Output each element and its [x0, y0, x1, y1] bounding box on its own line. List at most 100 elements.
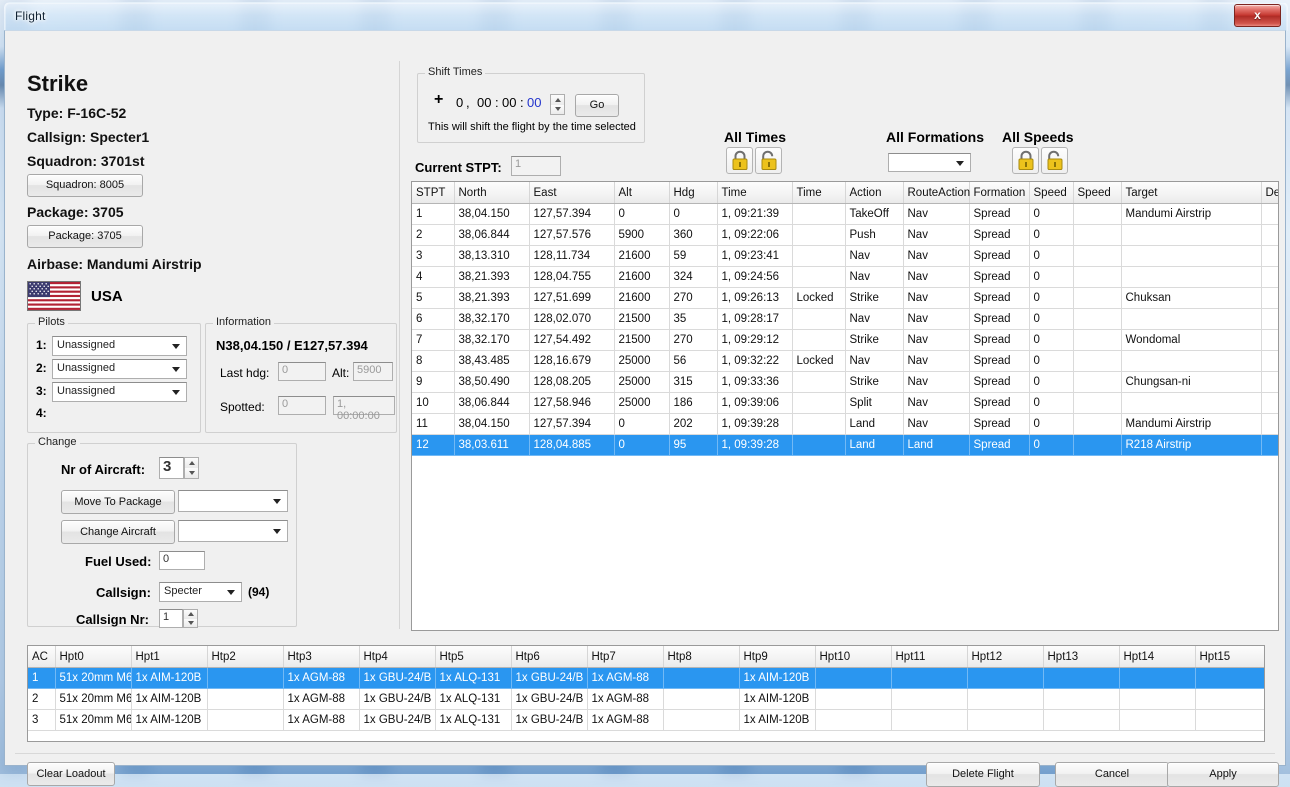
route-table-row[interactable]: 9 38,50.490 128,08.205 25000 315 1, 09:33:36 S… [412, 371, 1278, 393]
loadout-table-cell[interactable]: 51x 20mm M61 [55, 688, 132, 710]
loadout-table-col-9[interactable]: Htp8 [663, 646, 740, 668]
route-table-cell[interactable]: 38,06.844 [454, 224, 530, 246]
loadout-table-cell[interactable]: 1x AIM-120B [739, 667, 816, 689]
loadout-table-row[interactable]: 1 51x 20mm M61 1x AIM-120B 1x AGM-88 1x GBU-… [28, 667, 1264, 689]
route-table-cell[interactable] [792, 203, 846, 225]
loadout-table-cell[interactable] [1043, 688, 1120, 710]
route-table-cell[interactable]: 25000 [614, 392, 670, 414]
callsign-nr-stepper[interactable] [183, 609, 198, 628]
route-table-cell[interactable]: Spread [969, 329, 1030, 351]
route-table-cell[interactable]: Nav [845, 308, 904, 330]
route-table-cell[interactable] [1261, 203, 1278, 225]
route-table-cell[interactable]: Spread [969, 350, 1030, 372]
route-table-cell[interactable]: 315 [669, 371, 718, 393]
nr-aircraft-stepper[interactable] [184, 457, 199, 479]
route-table-col-9[interactable]: Formation [969, 182, 1030, 204]
go-button[interactable]: Go [575, 94, 619, 117]
route-table-cell[interactable] [792, 245, 846, 267]
route-table-col-11[interactable]: Speed [1073, 182, 1122, 204]
route-table-cell[interactable]: Spread [969, 371, 1030, 393]
loadout-table-col-13[interactable]: Hpt12 [967, 646, 1044, 668]
route-table-cell[interactable]: 0 [1029, 329, 1074, 351]
route-table-cell[interactable]: 38,04.150 [454, 203, 530, 225]
route-table-cell[interactable]: 1, 09:22:06 [717, 224, 793, 246]
callsign-select[interactable]: Specter [159, 582, 242, 602]
route-table-col-6[interactable]: Time [792, 182, 846, 204]
loadout-table-cell[interactable] [815, 667, 892, 689]
route-table-cell[interactable]: Nav [903, 224, 970, 246]
loadout-table-cell[interactable] [663, 709, 740, 731]
loadout-table-col-16[interactable]: Hpt15 [1195, 646, 1264, 668]
route-table-col-12[interactable]: Target [1121, 182, 1262, 204]
route-table-col-0[interactable]: STPT [412, 182, 455, 204]
loadout-table-cell[interactable]: 1x AIM-120B [739, 688, 816, 710]
route-table-row[interactable]: 11 38,04.150 127,57.394 0 202 1, 09:39:28 Land… [412, 413, 1278, 435]
route-table-cell[interactable]: 21500 [614, 329, 670, 351]
stepper-down-icon[interactable] [185, 468, 198, 478]
route-table-cell[interactable]: 38,06.844 [454, 392, 530, 414]
fuel-used-field[interactable]: 0 [159, 551, 205, 570]
route-table-cell[interactable]: 128,04.755 [529, 266, 615, 288]
route-table-cell[interactable] [1073, 224, 1122, 246]
loadout-table-cell[interactable]: 3 [28, 709, 56, 731]
route-table-cell[interactable]: 1, 09:32:22 [717, 350, 793, 372]
route-table-cell[interactable]: 5 [412, 287, 455, 309]
route-table-cell[interactable]: 1, 09:39:28 [717, 413, 793, 435]
all-speeds-lock-open-icon[interactable] [1041, 147, 1068, 174]
pilot-3-select[interactable]: Unassigned [52, 382, 187, 402]
route-table-cell[interactable]: 25000 [614, 350, 670, 372]
route-table-row[interactable]: 6 38,32.170 128,02.070 21500 35 1, 09:28:17 Na… [412, 308, 1278, 330]
squadron-button[interactable]: Squadron: 8005 [27, 174, 143, 197]
route-table-cell[interactable]: 1 [412, 203, 455, 225]
route-table-cell[interactable]: 1, 09:39:28 [717, 434, 793, 456]
route-table-cell[interactable] [1121, 392, 1262, 414]
route-table-cell[interactable]: 35 [669, 308, 718, 330]
loadout-table-col-4[interactable]: Htp3 [283, 646, 360, 668]
route-table-cell[interactable] [1073, 371, 1122, 393]
route-table-cell[interactable] [1261, 287, 1278, 309]
loadout-table-col-11[interactable]: Hpt10 [815, 646, 892, 668]
route-table-row[interactable]: 3 38,13.310 128,11.734 21600 59 1, 09:23:41 Na… [412, 245, 1278, 267]
route-table-cell[interactable]: Spread [969, 287, 1030, 309]
loadout-table-cell[interactable] [1195, 688, 1264, 710]
route-table-col-7[interactable]: Action [845, 182, 904, 204]
all-speeds-lock-closed-icon[interactable] [1012, 147, 1039, 174]
route-table-cell[interactable] [1121, 224, 1262, 246]
loadout-table-cell[interactable] [663, 667, 740, 689]
spotted-time-field[interactable]: 1, 00:00:00 [333, 396, 395, 422]
loadout-table-cell[interactable]: 1x AGM-88 [587, 709, 664, 731]
route-table-cell[interactable]: 0 [1029, 392, 1074, 414]
route-table[interactable]: STPT North East Alt Hdg Time Time Action RouteAc… [411, 181, 1279, 631]
route-table-col-2[interactable]: East [529, 182, 615, 204]
route-table-col-3[interactable]: Alt [614, 182, 670, 204]
pilot-2-select[interactable]: Unassigned [52, 359, 187, 379]
loadout-table-cell[interactable]: 1x ALQ-131 [435, 709, 512, 731]
route-table-cell[interactable] [1261, 224, 1278, 246]
route-table-cell[interactable]: 38,21.393 [454, 266, 530, 288]
loadout-table-cell[interactable] [815, 709, 892, 731]
loadout-table-cell[interactable]: 1x AGM-88 [587, 688, 664, 710]
route-table-cell[interactable]: 1, 09:24:56 [717, 266, 793, 288]
route-table-cell[interactable]: 202 [669, 413, 718, 435]
route-table-cell[interactable] [1073, 329, 1122, 351]
route-table-col-5[interactable]: Time [717, 182, 793, 204]
route-table-cell[interactable]: 127,57.394 [529, 203, 615, 225]
shift-time-stepper[interactable] [550, 94, 565, 115]
route-table-cell[interactable]: Nav [845, 266, 904, 288]
route-table-cell[interactable] [1073, 413, 1122, 435]
route-table-row[interactable]: 10 38,06.844 127,58.946 25000 186 1, 09:39:06… [412, 392, 1278, 414]
route-table-cell[interactable] [1261, 371, 1278, 393]
route-table-cell[interactable]: Nav [903, 329, 970, 351]
loadout-table-cell[interactable] [207, 709, 284, 731]
stepper-down-icon[interactable] [184, 618, 197, 627]
loadout-table-cell[interactable]: 1x GBU-24/B [359, 709, 436, 731]
route-table-cell[interactable]: Nav [903, 371, 970, 393]
loadout-table-cell[interactable] [663, 688, 740, 710]
loadout-table-col-12[interactable]: Hpt11 [891, 646, 968, 668]
all-times-lock-open-icon[interactable] [755, 147, 782, 174]
route-table-col-13[interactable]: Depart [1261, 182, 1278, 204]
loadout-table-cell[interactable]: 1x AGM-88 [587, 667, 664, 689]
loadout-table-cell[interactable]: 1x GBU-24/B [511, 688, 588, 710]
route-table-cell[interactable]: 1, 09:29:12 [717, 329, 793, 351]
route-table-cell[interactable] [1261, 434, 1278, 456]
